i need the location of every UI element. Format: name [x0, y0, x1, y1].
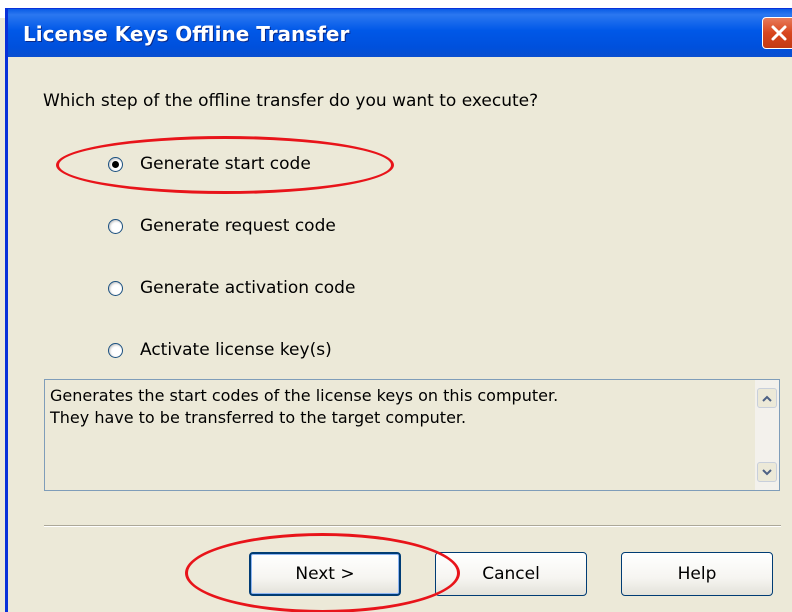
scroll-up-button[interactable]	[757, 388, 777, 408]
radio-button-checked[interactable]	[108, 156, 123, 172]
description-textbox[interactable]: Generates the start codes of the license…	[44, 379, 780, 491]
close-icon	[771, 25, 787, 41]
scroll-down-icon	[762, 469, 772, 476]
scroll-up-icon	[762, 395, 772, 402]
option-label[interactable]: Activate license key(s)	[140, 340, 332, 360]
option-generate-request-code[interactable]: Generate request code	[108, 215, 336, 237]
option-generate-start-code[interactable]: Generate start code	[108, 153, 311, 175]
close-button[interactable]	[762, 17, 792, 49]
radio-button[interactable]	[108, 342, 123, 358]
separator-line	[44, 525, 781, 527]
cancel-button[interactable]: Cancel	[435, 552, 587, 596]
question-label: Which step of the offline transfer do yo…	[43, 91, 539, 111]
radio-button[interactable]	[108, 218, 123, 234]
vertical-scrollbar[interactable]	[755, 380, 779, 490]
next-button[interactable]: Next >	[249, 552, 401, 596]
option-label[interactable]: Generate activation code	[140, 278, 355, 298]
option-label[interactable]: Generate start code	[140, 154, 311, 174]
dialog-window: License Keys Offline Transfer Which step…	[5, 8, 792, 612]
description-text: Generates the start codes of the license…	[50, 385, 558, 429]
option-activate-license-keys[interactable]: Activate license key(s)	[108, 339, 332, 361]
description-line-1: Generates the start codes of the license…	[50, 386, 559, 405]
option-generate-activation-code[interactable]: Generate activation code	[108, 277, 355, 299]
title-bar[interactable]: License Keys Offline Transfer	[8, 9, 792, 57]
help-button[interactable]: Help	[621, 552, 773, 596]
scroll-down-button[interactable]	[757, 462, 777, 482]
radio-button[interactable]	[108, 280, 123, 296]
screen: ' License Keys Offline Transfer Which st…	[0, 0, 792, 612]
window-title: License Keys Offline Transfer	[23, 22, 350, 46]
option-label[interactable]: Generate request code	[140, 216, 336, 236]
description-line-2: They have to be transferred to the targe…	[50, 408, 467, 427]
